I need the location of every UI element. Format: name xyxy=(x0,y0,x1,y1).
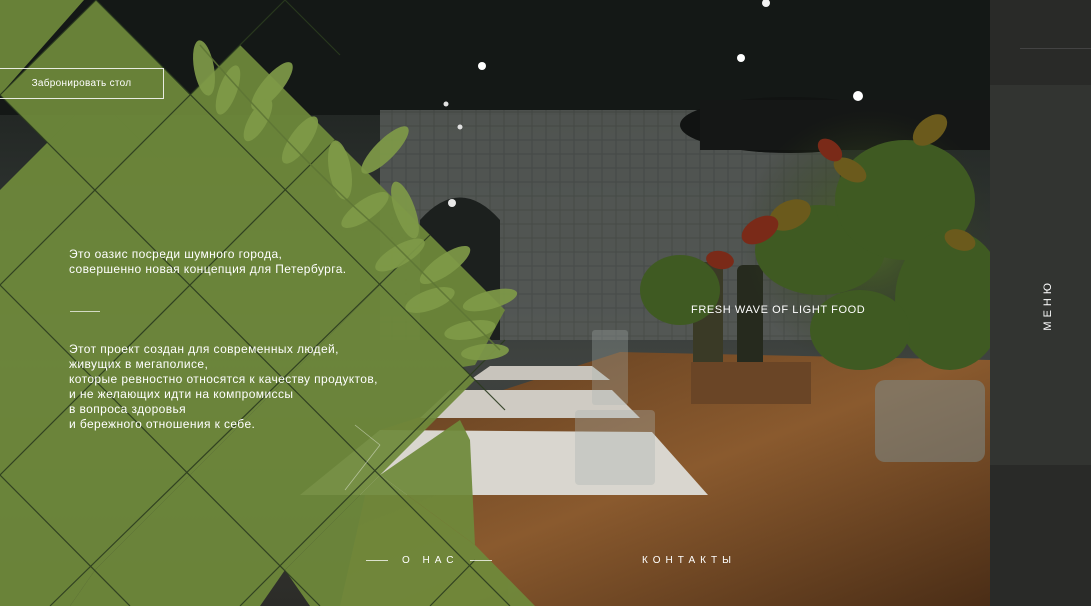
nav-about-link[interactable]: О НАС xyxy=(366,551,493,569)
menu-label: МЕНЮ xyxy=(1042,279,1054,331)
tagline: FRESH WAVE OF LIGHT FOOD xyxy=(691,304,866,316)
description-line: и бережного отношения к себе. xyxy=(69,417,256,431)
intro-text: Это оазис посреди шумного города, соверш… xyxy=(69,247,399,277)
description-line: и не желающих идти на компромиссы xyxy=(69,387,294,401)
nav-line-left xyxy=(366,559,388,561)
description-line: Этот проект создан для современных людей… xyxy=(69,342,339,356)
nav-contacts-label: КОНТАКТЫ xyxy=(642,554,736,566)
text-divider xyxy=(70,311,100,312)
description-line: в вопроса здоровья xyxy=(69,402,187,416)
nav-line-right xyxy=(470,559,493,561)
description-line: живущих в мегаполисе, xyxy=(69,357,209,371)
intro-line: совершенно новая концепция для Петербург… xyxy=(69,262,347,276)
description-text: Этот проект создан для современных людей… xyxy=(69,342,409,432)
reserve-table-button[interactable]: Забронировать стол xyxy=(0,68,164,99)
description-line: которые ревностно относятся к качеству п… xyxy=(69,372,378,386)
nav-about-label: О НАС xyxy=(402,554,459,566)
intro-line: Это оазис посреди шумного города, xyxy=(69,247,283,261)
menu-button[interactable]: МЕНЮ xyxy=(1034,277,1062,333)
nav-contacts-link[interactable]: КОНТАКТЫ xyxy=(642,551,736,569)
